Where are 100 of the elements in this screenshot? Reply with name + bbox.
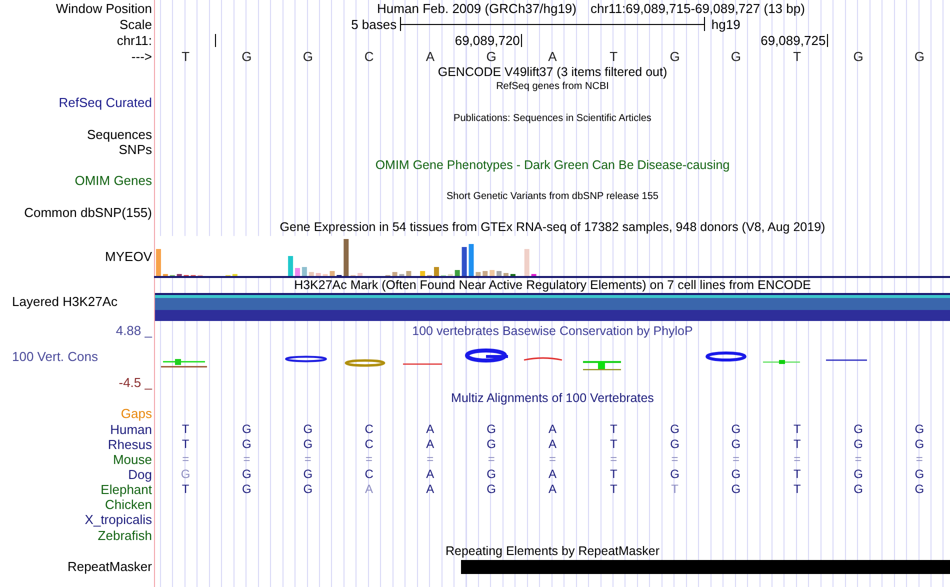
base-letter: A xyxy=(547,468,558,480)
base-letter: A xyxy=(424,50,436,62)
track-label: Layered H3K27Ac xyxy=(12,295,118,308)
base-letter: C xyxy=(364,438,374,450)
track-label: -4.5 _ xyxy=(118,376,152,390)
track-label: Gaps xyxy=(120,407,152,420)
track-label: Dog xyxy=(128,468,152,480)
base-letter: G xyxy=(485,50,498,62)
scale-label: Scale xyxy=(119,18,152,30)
base-letter: T xyxy=(180,423,190,435)
base-letter: A xyxy=(364,483,374,495)
base-letter: G xyxy=(180,468,192,480)
base-letter: G xyxy=(240,50,253,62)
base-letter: T xyxy=(608,423,618,435)
base-letter: = xyxy=(242,453,252,465)
base-letter: G xyxy=(241,438,252,450)
base-letter: A xyxy=(425,438,436,450)
base-letter: G xyxy=(486,423,498,435)
base-letter: G xyxy=(302,423,314,435)
base-letter: G xyxy=(852,438,864,450)
tick-mark xyxy=(826,34,828,46)
position-label: 69,089,725 xyxy=(760,34,826,46)
track-title: Short Genetic Variants from dbSNP release 155 xyxy=(446,192,658,202)
base-letter: G xyxy=(669,423,680,435)
track-label: Sequences xyxy=(86,128,152,141)
track-label: SNPs xyxy=(118,143,152,156)
track-title: OMIM Gene Phenotypes - Dark Green Can Be Disease-causing xyxy=(375,159,730,172)
base-letter: G xyxy=(486,483,498,495)
base-letter: = xyxy=(731,453,740,465)
track-title: Publications: Sequences in Scientific Articles xyxy=(454,114,652,124)
base-letter: G xyxy=(852,50,864,62)
track-label: Rhesus xyxy=(108,438,152,450)
base-letter: G xyxy=(302,468,314,480)
track-title: Repeating Elements by RepeatMasker xyxy=(445,544,660,558)
position-range-text: chr11:69,089,715-69,089,727 (13 bp) xyxy=(590,2,805,14)
track-label: RepeatMasker xyxy=(67,560,152,574)
base-letter: G xyxy=(914,468,926,480)
base-letter: G xyxy=(852,468,864,480)
track-label: Mouse xyxy=(112,452,152,466)
base-letter: = xyxy=(609,453,618,465)
base-letter: = xyxy=(670,453,680,465)
base-letter: G xyxy=(302,50,314,62)
base-letter: A xyxy=(425,483,436,495)
base-letter: = xyxy=(486,453,496,465)
base-letter: T xyxy=(792,483,802,495)
base-letter: A xyxy=(425,468,436,480)
track-title: GENCODE V49lift37 (3 items filtered out) xyxy=(438,66,668,78)
base-letter: T xyxy=(792,423,802,435)
tick-mark xyxy=(520,34,522,46)
base-letter: G xyxy=(302,438,314,450)
base-letter: G xyxy=(914,483,926,495)
base-letter: G xyxy=(730,50,742,62)
base-letter: T xyxy=(608,438,618,450)
base-letter: G xyxy=(852,423,864,435)
base-letter: A xyxy=(547,50,558,62)
base-letter: = xyxy=(303,453,312,465)
base-letter: G xyxy=(914,438,926,450)
track-label: Zebrafish xyxy=(98,528,152,542)
track-title: H3K27Ac Mark (Often Found Near Active Regulatory Elements) on 7 cell lines from ENCODE xyxy=(294,279,811,292)
tick-mark xyxy=(215,34,216,46)
base-letter: T xyxy=(608,468,618,480)
base-letter: = xyxy=(914,453,924,465)
scale-text: 5 bases xyxy=(351,18,398,30)
base-letter: T xyxy=(792,468,802,480)
base-letter: G xyxy=(486,468,498,480)
base-letter: T xyxy=(670,483,680,495)
track-label: MYEOV xyxy=(105,250,152,264)
track-label: Common dbSNP(155) xyxy=(24,206,152,219)
base-letter: T xyxy=(608,50,619,62)
track-title: RefSeq genes from NCBI xyxy=(496,82,609,92)
base-letter: = xyxy=(426,453,435,465)
track-label: Elephant xyxy=(100,482,152,496)
base-letter: G xyxy=(852,483,864,495)
base-letter: T xyxy=(792,438,802,450)
base-letter: = xyxy=(792,453,802,465)
track-label: Chicken xyxy=(105,498,152,511)
base-letter: G xyxy=(730,423,742,435)
chromosome-label: chr11: xyxy=(116,34,152,46)
base-letter: = xyxy=(181,453,190,465)
track-title: Multiz Alignments of 100 Vertebrates xyxy=(451,392,654,404)
base-letter: G xyxy=(668,50,681,62)
track-label: Human xyxy=(110,422,152,436)
base-letter: C xyxy=(363,50,375,62)
base-letter: T xyxy=(180,438,190,450)
base-letter: T xyxy=(608,483,618,495)
window-position-label: Window Position xyxy=(56,2,152,14)
base-letter: = xyxy=(854,453,863,465)
base-letter: T xyxy=(180,483,190,495)
strand-label: ---> xyxy=(131,50,152,62)
base-letter: G xyxy=(730,468,742,480)
track-title: 100 vertebrates Basewise Conservation by PhyloP xyxy=(412,324,693,338)
base-letter: C xyxy=(364,468,374,480)
base-letter: T xyxy=(180,50,191,62)
assembly-text: hg19 xyxy=(710,18,740,30)
position-label: 69,089,720 xyxy=(454,34,520,46)
base-letter: G xyxy=(913,50,926,62)
track-label: RefSeq Curated xyxy=(58,96,152,110)
base-letter: G xyxy=(730,438,742,450)
base-letter: C xyxy=(364,423,374,435)
base-letter: G xyxy=(914,423,926,435)
